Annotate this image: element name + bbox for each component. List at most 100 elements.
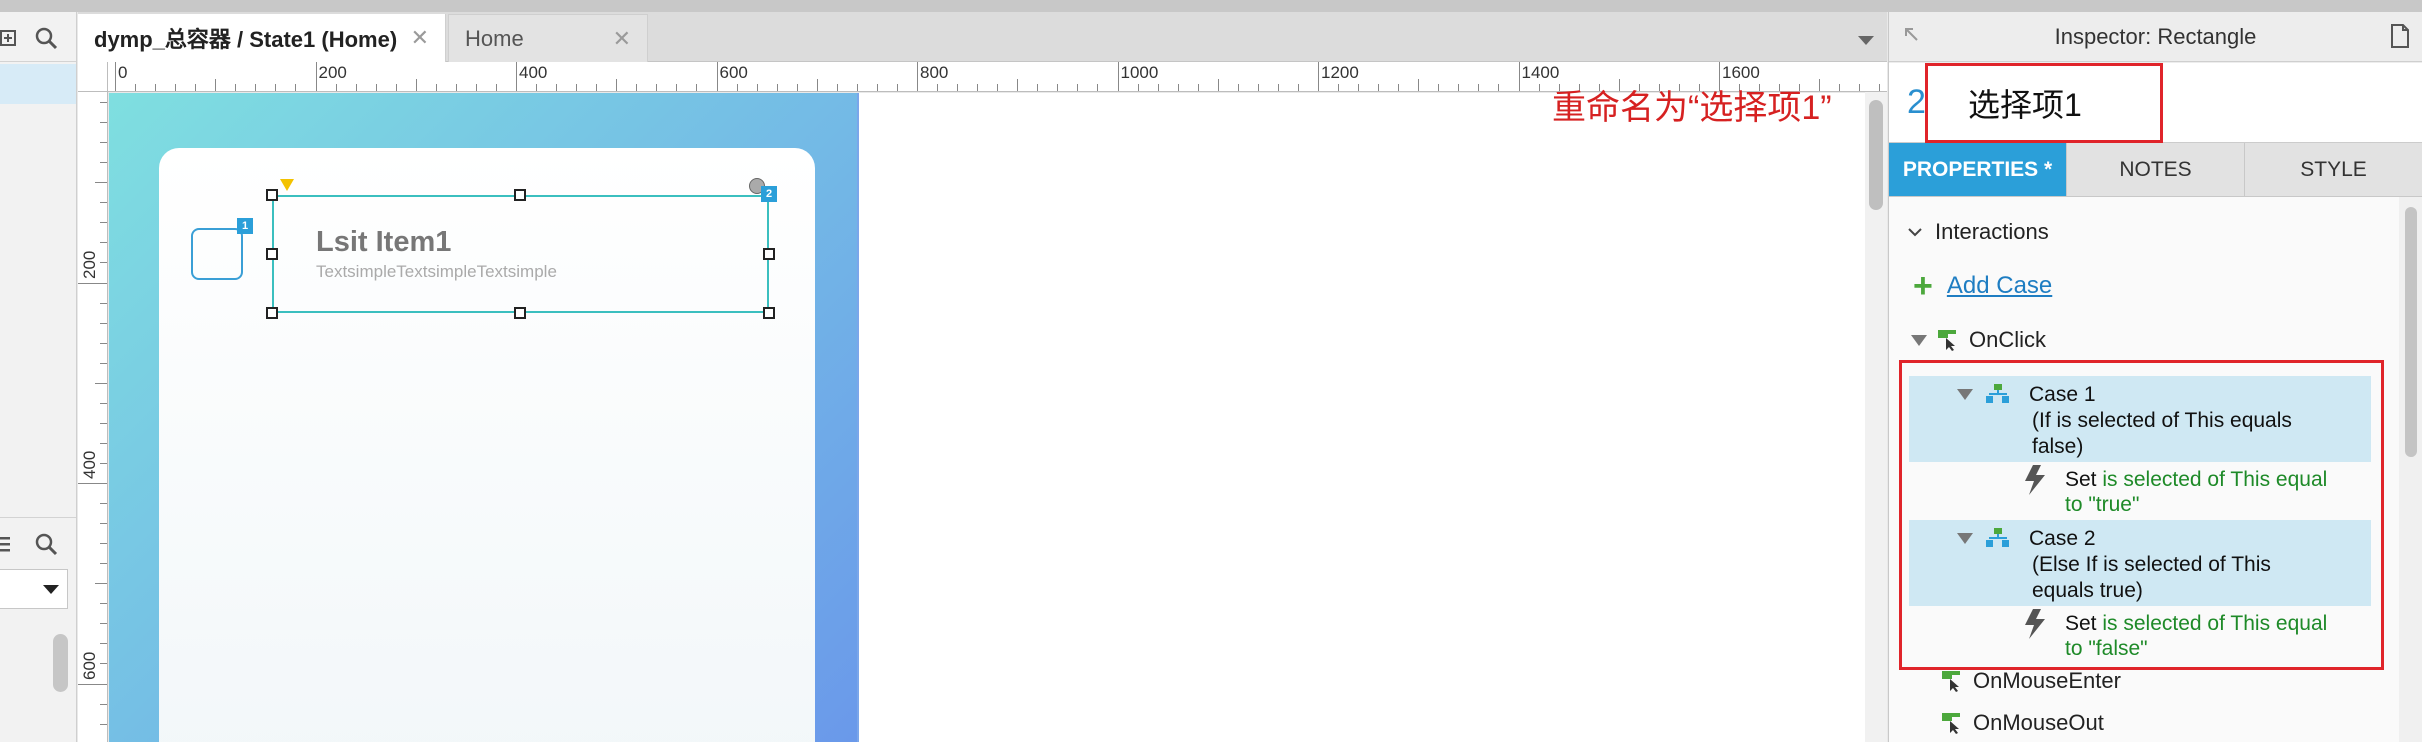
case-condition: (Else If is selected of This [2032,553,2271,576]
ruler-tick [100,723,107,725]
tab-list-dropdown-icon[interactable] [1858,36,1874,45]
ruler-tick [100,703,107,705]
add-case-link[interactable]: + Add Case [1913,269,2052,303]
scrollbar-thumb[interactable] [1869,100,1883,210]
ruler-tick [616,79,618,91]
ruler-tick [195,84,197,91]
ruler-tick [215,79,217,91]
interactions-section[interactable]: Interactions [1907,219,2049,245]
expand-triangle-icon[interactable] [1957,533,1973,544]
event-onmouseout[interactable]: OnMouseOut [1941,710,2104,736]
ruler-tick [1097,84,1099,91]
ruler-tick [100,322,107,324]
action-value: to "false" [2065,637,2148,660]
ruler-tick [100,162,107,164]
ruler-tick [78,483,107,484]
close-icon[interactable]: ✕ [613,26,631,52]
ruler-tick [100,442,107,444]
expand-triangle-icon[interactable] [1957,389,1973,400]
selected-page-row[interactable] [0,64,76,104]
resize-handle[interactable] [266,189,278,201]
ruler-tick [475,84,477,91]
add-page-icon[interactable] [0,28,20,48]
tab-label: Home [465,25,524,51]
case-action: Set is selected of This equal [2065,611,2327,636]
chevron-down-icon[interactable] [1907,226,1923,238]
vertical-ruler: 200 400 600 [78,92,108,742]
ruler-tick [100,262,107,264]
ruler-tick [776,84,778,91]
ruler-tick [756,84,758,91]
ruler-tick [1318,62,1319,91]
resize-handle[interactable] [514,307,526,319]
ruler-tick [1117,62,1119,91]
action-value: to "true" [2065,493,2140,516]
ruler-tick [1378,84,1380,91]
tab-style[interactable]: STYLE [2245,143,2422,197]
editor-tabs: dymp_总容器 / State1 (Home) ✕ Home ✕ [78,12,1887,62]
tab-notes[interactable]: NOTES [2067,143,2245,197]
inspector-panel: Inspector: Rectangle 2 选择项1 PROPERTIES *… [1888,12,2422,742]
scrollbar-thumb[interactable] [2405,207,2417,457]
resize-handle[interactable] [266,248,278,260]
search-icon[interactable] [34,26,58,50]
ruler-tick [435,84,437,91]
tab-state1-home[interactable]: dymp_总容器 / State1 (Home) ✕ [78,14,446,62]
ruler-tick [100,623,107,625]
ruler-tick [100,202,107,204]
checkbox-widget[interactable] [191,228,243,280]
ruler-tick [100,422,107,424]
resize-handle[interactable] [514,189,526,201]
search-icon[interactable] [34,532,58,556]
case-action-cont: to "false" [2065,636,2148,661]
add-case-label[interactable]: Add Case [1947,272,2052,300]
event-onclick[interactable]: OnClick [1911,327,2046,353]
library-dropdown[interactable] [0,569,68,609]
ruler-tick [100,603,107,605]
action-verb: Set [2065,612,2097,635]
ruler-tick [1057,84,1059,91]
ruler-tick [856,84,858,91]
event-label: OnMouseEnter [1973,668,2121,693]
ruler-tick [516,62,517,91]
event-onmouseenter[interactable]: OnMouseEnter [1941,668,2121,694]
ruler-tick [1297,84,1299,91]
ruler-tick [716,62,718,91]
ruler-tick [495,84,497,91]
canvas-scrollbar[interactable] [1865,92,1887,742]
ruler-tick [295,84,297,91]
page-icon[interactable] [2390,24,2410,48]
inspector-scrollbar[interactable] [2399,197,2422,742]
tab-home[interactable]: Home ✕ [448,14,648,62]
widget-name-field[interactable]: 选择项1 [1925,63,2163,143]
list-item-title: Lsit Item1 [316,226,452,258]
design-canvas[interactable]: 1 2 Lsit Item1 TextsimpleTextsimpleTexts… [109,93,1865,742]
ruler-tick [896,84,898,91]
ruler-label: 600 [719,63,748,82]
ruler-tick [536,84,538,91]
ruler-tick [1137,84,1139,91]
click-event-icon [1938,330,1956,351]
ruler-tick [836,84,838,91]
resize-handle[interactable] [266,307,278,319]
ruler-tick [100,342,107,344]
resize-handle[interactable] [763,248,775,260]
resize-handle[interactable] [763,307,775,319]
event-label: OnMouseOut [1973,710,2104,735]
sidebar-scrollbar[interactable] [53,634,68,692]
widget-number: 2 [1907,83,1926,121]
ruler-tick [315,62,317,91]
ruler-tick [235,84,237,91]
ruler-tick [100,503,107,505]
ruler-tick [636,84,638,91]
close-icon[interactable]: ✕ [411,25,429,51]
ruler-tick [135,84,137,91]
collapse-arrow-icon[interactable] [1903,26,1921,44]
ruler-tick [100,402,107,404]
tab-label: dymp_总容器 / State1 (Home) [94,27,398,52]
expand-triangle-icon[interactable] [1911,334,1927,346]
menu-icon[interactable] [0,534,12,554]
ruler-tick [1077,84,1079,91]
ruler-tick [155,84,157,91]
tab-properties[interactable]: PROPERTIES * [1889,143,2067,197]
